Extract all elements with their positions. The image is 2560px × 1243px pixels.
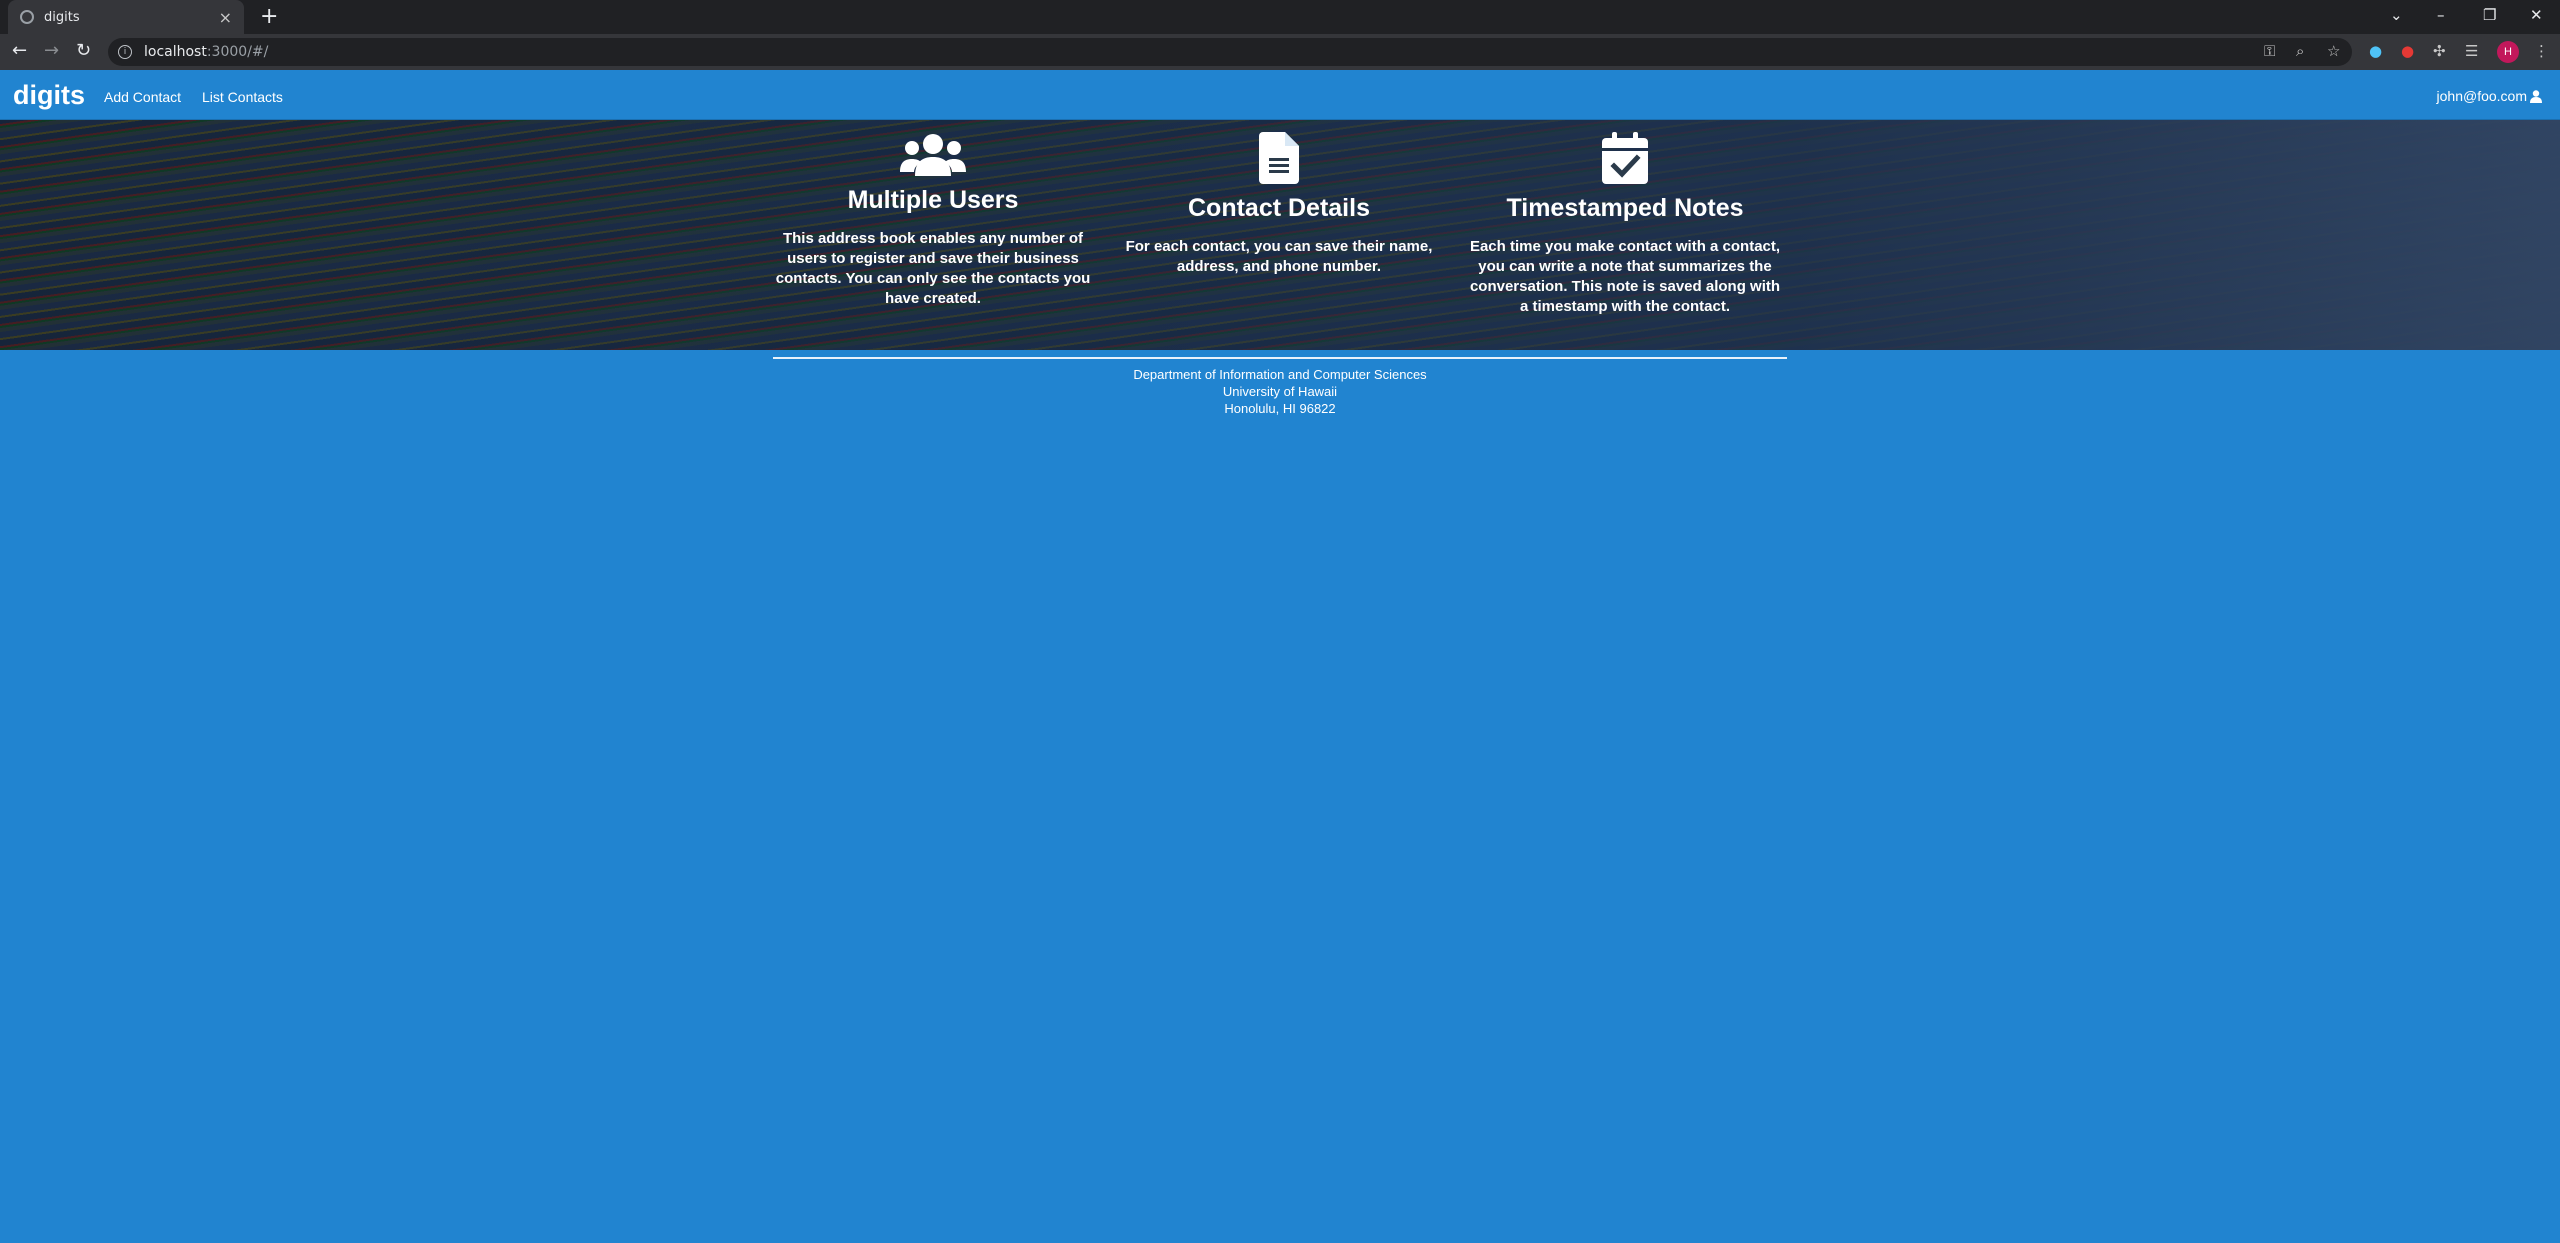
browser-toolbar: ← → ↻ i localhost:3000/#/ ⚿ ⌕ ☆ ● ● ✣ ☰ … (0, 34, 2560, 70)
feature-text: For each contact, you can save their nam… (1125, 238, 1433, 275)
footer-address: Honolulu, HI 96822 (1224, 401, 1336, 416)
user-icon (2530, 89, 2542, 103)
browser-tab[interactable]: digits × (8, 0, 244, 34)
tab-search-button[interactable]: ⌄ (2390, 0, 2403, 30)
key-icon[interactable]: ⚿ (2264, 42, 2275, 60)
favicon-icon (20, 10, 34, 24)
extension-globe-icon[interactable]: ● (2369, 42, 2382, 60)
bookmark-star-icon[interactable]: ☆ (2327, 42, 2340, 60)
hero-banner: Multiple Users This address book enables… (0, 120, 2560, 350)
file-text-icon (1259, 132, 1299, 184)
user-menu[interactable]: john@foo.com (2437, 88, 2542, 104)
feature-title: Contact Details (1188, 194, 1370, 222)
media-queue-icon[interactable]: ☰ (2465, 42, 2478, 60)
extension-record-icon[interactable]: ● (2401, 42, 2414, 60)
brand-logo[interactable]: digits (13, 80, 85, 111)
zoom-icon[interactable]: ⌕ (2296, 42, 2304, 60)
nav-add-contact[interactable]: Add Contact (104, 89, 181, 105)
feature-title: Timestamped Notes (1506, 194, 1744, 222)
tab-close-button[interactable]: × (219, 8, 232, 27)
footer-university: University of Hawaii (1222, 384, 1338, 399)
calendar-check-icon (1602, 132, 1648, 184)
extensions-puzzle-icon[interactable]: ✣ (2433, 42, 2446, 60)
browser-tab-strip: digits × + ⌄ – ❐ ✕ (0, 0, 2560, 34)
user-email: john@foo.com (2436, 88, 2527, 104)
feature-text: Each time you make contact with a contac… (1469, 238, 1781, 315)
forward-arrow-icon[interactable]: → (44, 40, 59, 61)
footer-department: Department of Information and Computer S… (1133, 367, 1427, 382)
new-tab-button[interactable]: + (260, 4, 278, 29)
profile-avatar[interactable]: H (2497, 41, 2519, 63)
reload-icon[interactable]: ↻ (76, 40, 91, 61)
url-path: :3000/#/ (206, 44, 269, 60)
url-host: localhost (144, 44, 207, 60)
footer-divider (773, 357, 1787, 359)
minimize-button[interactable]: – (2437, 0, 2445, 30)
address-bar[interactable]: i localhost:3000/#/ (108, 38, 2352, 66)
app-navbar: digits Add Contact List Contacts john@fo… (0, 70, 2560, 120)
users-icon (900, 134, 966, 176)
feature-timestamped-notes: Timestamped Notes Each time you make con… (1467, 132, 1783, 317)
feature-multiple-users: Multiple Users This address book enables… (775, 132, 1091, 309)
site-info-icon[interactable]: i (118, 45, 132, 59)
restore-button[interactable]: ❐ (2483, 0, 2496, 30)
tab-title: digits (44, 9, 80, 25)
nav-list-contacts[interactable]: List Contacts (202, 89, 283, 105)
back-arrow-icon[interactable]: ← (12, 40, 27, 61)
close-window-button[interactable]: ✕ (2530, 0, 2543, 30)
feature-title: Multiple Users (847, 186, 1019, 214)
more-menu-icon[interactable]: ⋮ (2534, 42, 2549, 60)
footer: Department of Information and Computer S… (773, 366, 1787, 417)
feature-text: This address book enables any number of … (775, 230, 1091, 307)
feature-contact-details: Contact Details For each contact, you ca… (1121, 132, 1437, 277)
